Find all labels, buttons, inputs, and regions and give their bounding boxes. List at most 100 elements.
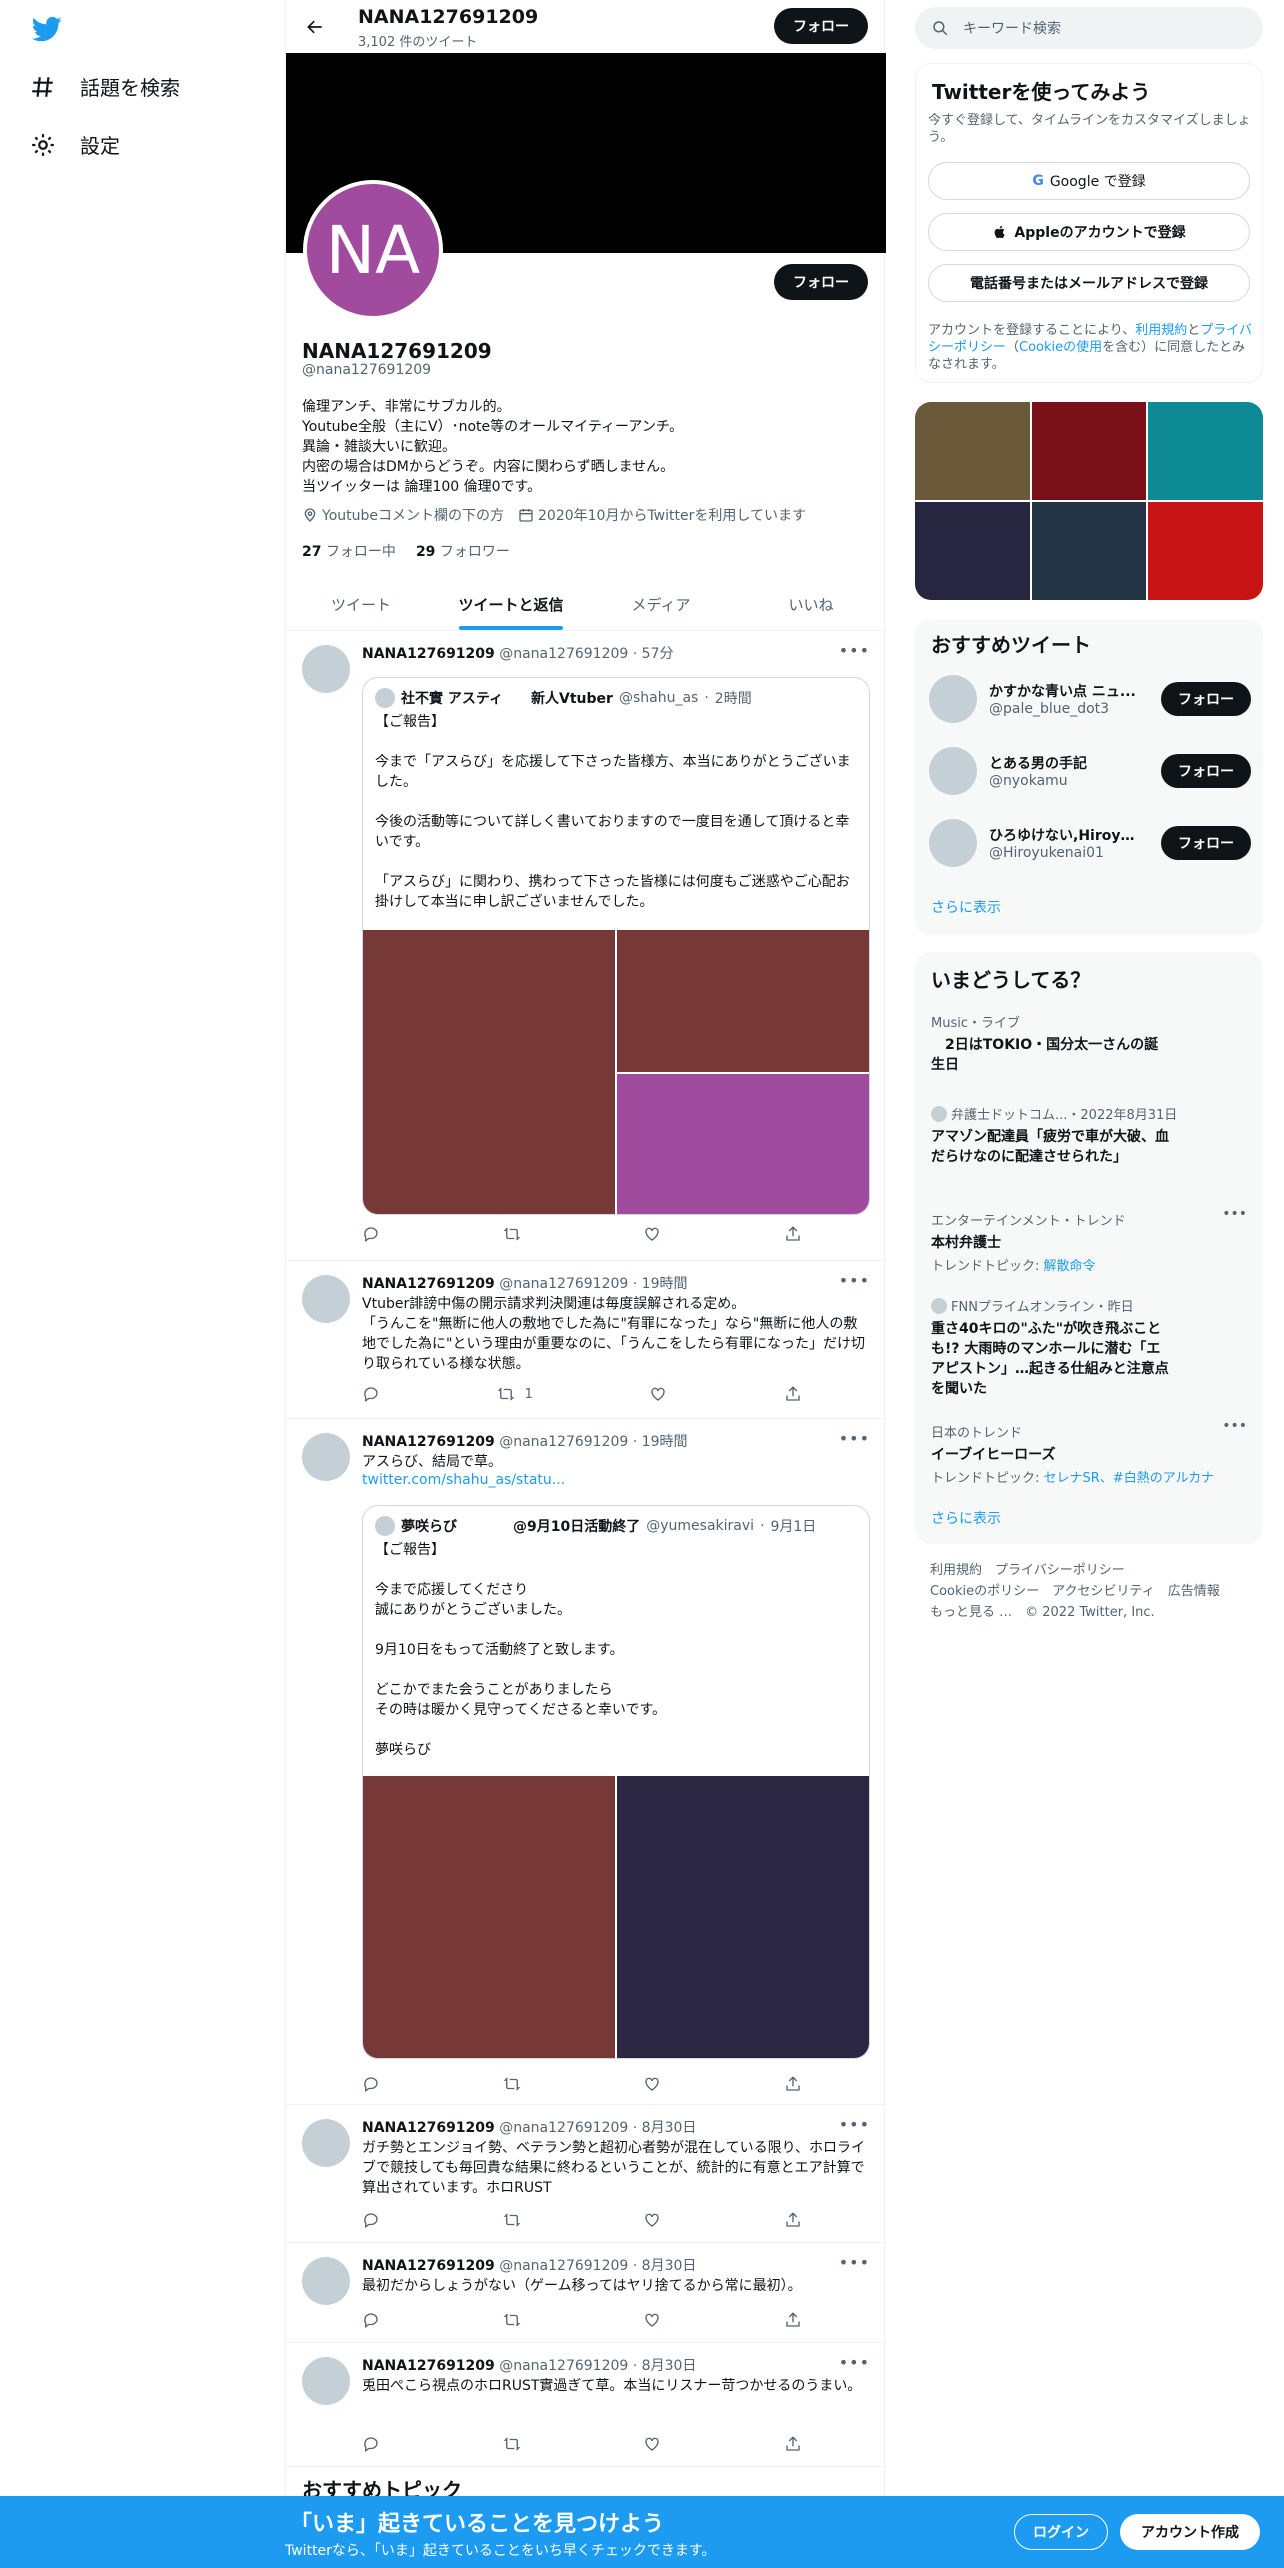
tweet-time[interactable]: 57分 bbox=[642, 646, 674, 662]
tweet-avatar[interactable] bbox=[302, 645, 350, 693]
recommended-follow-button[interactable]: フォロー bbox=[1161, 826, 1251, 860]
like-icon[interactable] bbox=[643, 2435, 661, 2453]
recommended-item[interactable]: ひろゆけない,Hiroyu... @Hiroyukenai01 フォロー bbox=[929, 819, 1251, 867]
trend-item[interactable]: Music・ライブ 2日はTOKIO・国分太一さんの誕生日 bbox=[931, 1012, 1247, 1075]
back-arrow-icon[interactable] bbox=[300, 12, 330, 42]
create-account-button[interactable]: アカウント作成 bbox=[1120, 2514, 1260, 2550]
trend-item[interactable]: 弁護士ドットコム...・2022年8月31日 アマゾン配達員「疲労で車が大破、血… bbox=[931, 1104, 1247, 1167]
media-thumb[interactable] bbox=[1148, 402, 1263, 500]
more-options-icon[interactable]: ••• bbox=[839, 641, 870, 660]
media-thumb[interactable] bbox=[915, 502, 1030, 600]
more-options-icon[interactable]: ••• bbox=[839, 2115, 870, 2134]
reply-icon[interactable] bbox=[362, 2211, 380, 2229]
media-thumb[interactable] bbox=[1148, 502, 1263, 600]
tweet-author-name[interactable]: NANA127691209 bbox=[362, 646, 495, 662]
trend-item[interactable]: 日本のトレンド ••• イーブイヒーローズ トレンドトピック: セレナSR、#白… bbox=[931, 1418, 1247, 1486]
retweet-icon[interactable] bbox=[503, 2211, 521, 2229]
share-icon[interactable] bbox=[784, 2435, 802, 2453]
trend-topic-link[interactable]: 解散命令 bbox=[1044, 1259, 1096, 1274]
tweet-image[interactable] bbox=[617, 930, 869, 1072]
followers-link[interactable]: 29 フォロワー bbox=[416, 541, 510, 561]
tweet-image[interactable] bbox=[617, 1074, 869, 1214]
recommended-item[interactable]: かすかな青い点 ニュ... @pale_blue_dot3 フォロー bbox=[929, 675, 1251, 723]
more-options-icon[interactable]: ••• bbox=[1222, 1418, 1247, 1434]
tab-likes[interactable]: いいね bbox=[736, 578, 886, 630]
footer-line[interactable]: もっと見る … © 2022 Twitter, Inc. bbox=[930, 1602, 1260, 1623]
twitter-logo-icon[interactable] bbox=[30, 14, 64, 44]
tweet-author-name[interactable]: NANA127691209 bbox=[362, 1276, 495, 1292]
retweet-icon[interactable] bbox=[503, 2075, 521, 2093]
tweet-time[interactable]: 8月30日 bbox=[642, 2258, 697, 2274]
login-button[interactable]: ログイン bbox=[1014, 2514, 1108, 2550]
like-icon[interactable] bbox=[643, 2311, 661, 2329]
retweet-button[interactable]: 1 bbox=[497, 1385, 533, 1403]
tweet-time[interactable]: 8月30日 bbox=[642, 2120, 697, 2136]
recommended-more-link[interactable]: さらに表示 bbox=[931, 897, 1001, 917]
share-icon[interactable] bbox=[784, 1385, 802, 1403]
search-box[interactable]: キーワード検索 bbox=[915, 7, 1263, 49]
media-thumb[interactable] bbox=[1031, 402, 1147, 500]
search-input[interactable]: キーワード検索 bbox=[963, 18, 1061, 38]
recommended-follow-button[interactable]: フォロー bbox=[1161, 682, 1251, 716]
header-follow-button[interactable]: フォロー bbox=[774, 8, 868, 44]
tweet[interactable]: NANA127691209 @nana127691209 · 8月30日 •••… bbox=[286, 2243, 886, 2343]
tweet-time[interactable]: 19時間 bbox=[642, 1434, 688, 1450]
google-signup-button[interactable]: G Google で登録 bbox=[928, 162, 1250, 200]
like-icon[interactable] bbox=[649, 1385, 667, 1403]
profile-avatar[interactable]: NA bbox=[303, 180, 443, 320]
tweet-time[interactable]: 19時間 bbox=[642, 1276, 688, 1292]
tweet-author-name[interactable]: NANA127691209 bbox=[362, 2358, 495, 2374]
recommended-follow-button[interactable]: フォロー bbox=[1161, 754, 1251, 788]
more-options-icon[interactable]: ••• bbox=[839, 1429, 870, 1448]
trend-item[interactable]: FNNプライムオンライン・昨日 重さ40キロの"ふた"が吹き飛ぶことも!? 大雨… bbox=[931, 1296, 1247, 1399]
tweet-image[interactable] bbox=[363, 1776, 615, 2058]
reply-icon[interactable] bbox=[362, 2435, 380, 2453]
more-options-icon[interactable]: ••• bbox=[1222, 1206, 1247, 1222]
tweet[interactable]: NANA127691209 @nana127691209 · 57分 ••• 社… bbox=[286, 631, 886, 1261]
reply-icon[interactable] bbox=[362, 2311, 380, 2329]
like-icon[interactable] bbox=[643, 2211, 661, 2229]
retweet-icon[interactable] bbox=[503, 1225, 521, 1243]
recommended-avatar[interactable] bbox=[929, 819, 977, 867]
trend-item[interactable]: エンターテインメント・トレンド ••• 本村弁護士 トレンドトピック: 解散命令 bbox=[931, 1206, 1247, 1274]
nav-explore[interactable]: 話題を検索 bbox=[30, 72, 180, 101]
retweet-icon[interactable] bbox=[503, 2435, 521, 2453]
footer-line[interactable]: Cookieのポリシー アクセシビリティ 広告情報 bbox=[930, 1581, 1260, 1602]
phone-signup-button[interactable]: 電話番号またはメールアドレスで登録 bbox=[928, 264, 1250, 302]
quoted-tweet[interactable]: 社不實 アスティ 新人Vtuber @shahu_as · 2時間 【ご報告】 今まで… bbox=[362, 677, 870, 1215]
terms-link[interactable]: 利用規約 bbox=[1135, 323, 1187, 338]
tweet-link[interactable]: twitter.com/shahu_as/statu... bbox=[362, 1472, 565, 1488]
share-icon[interactable] bbox=[784, 2311, 802, 2329]
tweet[interactable]: NANA127691209 @nana127691209 · 8月30日 •••… bbox=[286, 2343, 886, 2467]
like-icon[interactable] bbox=[643, 1225, 661, 1243]
tweet-author-name[interactable]: NANA127691209 bbox=[362, 2258, 495, 2274]
tweet-avatar[interactable] bbox=[302, 2119, 350, 2167]
tweet[interactable]: NANA127691209 @nana127691209 · 19時間 ••• … bbox=[286, 1261, 886, 1419]
tweet[interactable]: NANA127691209 @nana127691209 · 19時間 ••• … bbox=[286, 1419, 886, 2105]
profile-follow-button[interactable]: フォロー bbox=[774, 264, 868, 300]
tweet-author-name[interactable]: NANA127691209 bbox=[362, 2120, 495, 2136]
media-thumb[interactable] bbox=[1031, 502, 1147, 600]
share-icon[interactable] bbox=[784, 2075, 802, 2093]
apple-signup-button[interactable]: Appleのアカウントで登録 bbox=[928, 213, 1250, 251]
quoted-tweet[interactable]: 夢咲らび @9月10日活動終了 @yumesakiravi · 9月1日 【ご報告】 … bbox=[362, 1505, 870, 2059]
tab-tweets[interactable]: ツイート bbox=[286, 578, 436, 630]
tweet-image[interactable] bbox=[363, 930, 615, 1214]
tweet[interactable]: NANA127691209 @nana127691209 · 8月30日 •••… bbox=[286, 2105, 886, 2243]
more-options-icon[interactable]: ••• bbox=[839, 2353, 870, 2372]
nav-settings[interactable]: 設定 bbox=[30, 130, 120, 159]
media-thumb[interactable] bbox=[915, 402, 1030, 500]
tweet-avatar[interactable] bbox=[302, 2357, 350, 2405]
tab-media[interactable]: メディア bbox=[586, 578, 736, 630]
tweet-avatar[interactable] bbox=[302, 1433, 350, 1481]
recommended-avatar[interactable] bbox=[929, 747, 977, 795]
more-options-icon[interactable]: ••• bbox=[839, 1271, 870, 1290]
reply-icon[interactable] bbox=[362, 1225, 380, 1243]
share-icon[interactable] bbox=[784, 2211, 802, 2229]
recommended-avatar[interactable] bbox=[929, 675, 977, 723]
cookie-link[interactable]: Cookieの使用 bbox=[1019, 340, 1102, 355]
tab-tweets-replies[interactable]: ツイートと返信 bbox=[436, 578, 586, 630]
more-options-icon[interactable]: ••• bbox=[839, 2253, 870, 2272]
trends-more-link[interactable]: さらに表示 bbox=[931, 1508, 1001, 1528]
following-link[interactable]: 27 フォロー中 bbox=[302, 541, 396, 561]
